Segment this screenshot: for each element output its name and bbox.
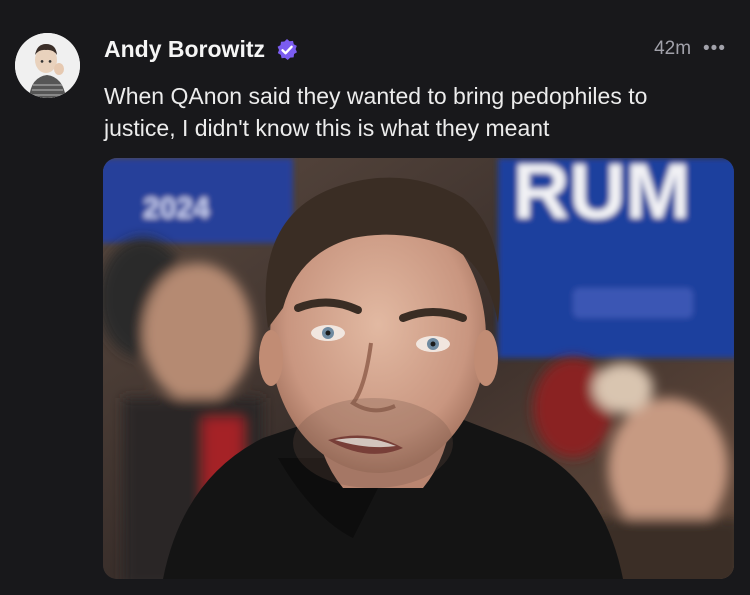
author-name[interactable]: Andy Borowitz — [104, 36, 265, 63]
more-horizontal-icon[interactable]: ••• — [703, 38, 726, 60]
avatar-image — [15, 33, 80, 98]
timestamp[interactable]: 42m — [654, 38, 691, 60]
post-card[interactable]: Andy Borowitz 42m ••• When QAnon said th… — [0, 0, 750, 595]
verified-badge-icon — [275, 38, 299, 62]
author-row: Andy Borowitz — [104, 36, 299, 63]
sign-text: RUM — [513, 158, 691, 235]
avatar[interactable] — [15, 33, 80, 98]
post-text: When QAnon said they wanted to bring ped… — [104, 83, 648, 141]
sign-small-text: 2024 — [143, 192, 210, 225]
post-image[interactable]: 2024 RUM — [103, 158, 734, 579]
post-meta: 42m ••• — [654, 38, 726, 60]
photo-illustration: 2024 RUM — [103, 158, 734, 579]
